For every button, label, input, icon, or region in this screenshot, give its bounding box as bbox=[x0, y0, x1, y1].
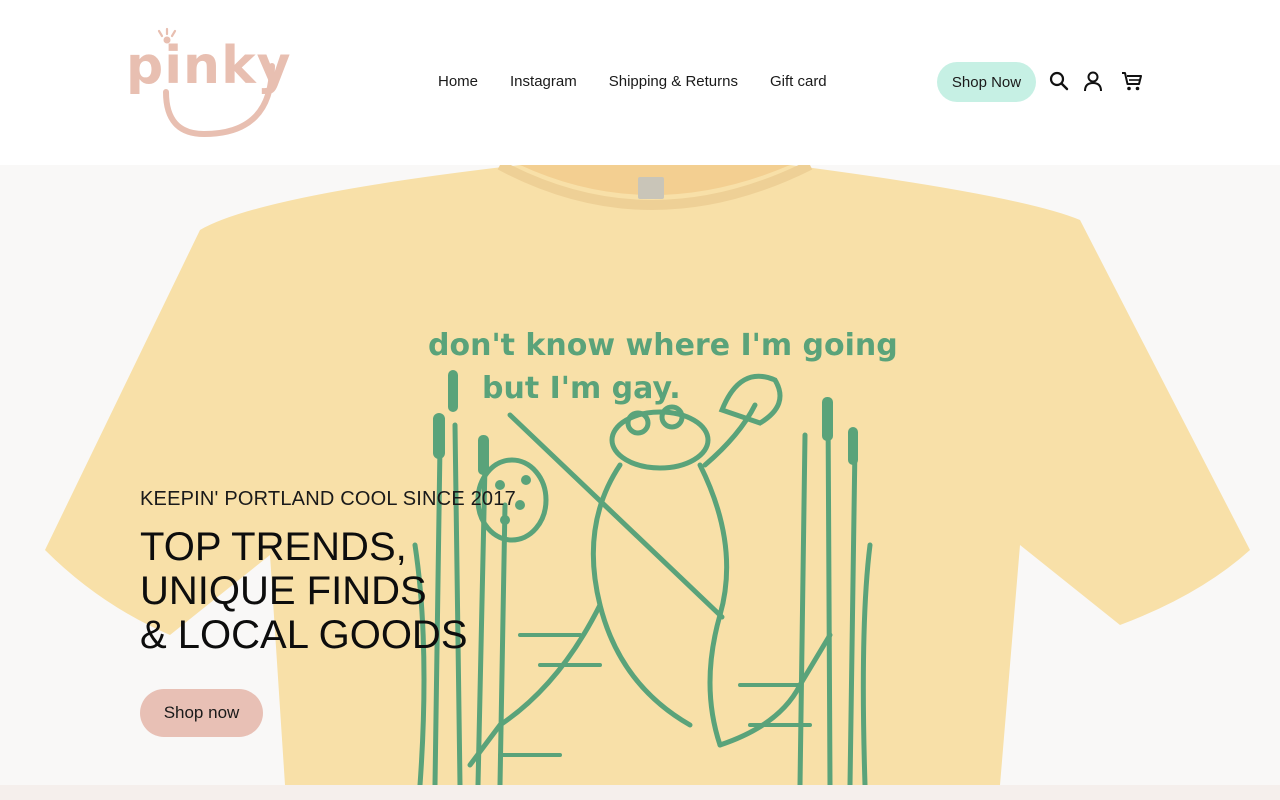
nav-shipping-returns[interactable]: Shipping & Returns bbox=[609, 72, 738, 92]
site-header: pinky Home Instagram Shipping & Returns … bbox=[0, 0, 1280, 165]
nav-gift-card[interactable]: Gift card bbox=[770, 72, 827, 92]
section-divider bbox=[0, 785, 1280, 800]
account-icon[interactable] bbox=[1082, 69, 1104, 93]
search-icon[interactable] bbox=[1048, 69, 1070, 93]
hero-title: TOP TRENDS, UNIQUE FINDS & LOCAL GOODS bbox=[140, 525, 468, 657]
nav-home[interactable]: Home bbox=[438, 72, 478, 92]
hero-shop-now-button[interactable]: Shop now bbox=[140, 689, 263, 737]
nav-instagram[interactable]: Instagram bbox=[510, 72, 577, 92]
logo-text: pinky bbox=[126, 36, 292, 96]
hero-title-line-2: UNIQUE FINDS bbox=[140, 569, 427, 613]
hero-title-line-3: & LOCAL GOODS bbox=[140, 613, 468, 657]
cart-icon[interactable] bbox=[1121, 69, 1143, 93]
brand-logo[interactable]: pinky bbox=[126, 26, 291, 138]
shirt-print-line-1: don't know where I'm going bbox=[428, 328, 898, 363]
shirt-print-line-2: but I'm gay. bbox=[482, 371, 681, 406]
main-nav: Home Instagram Shipping & Returns Gift c… bbox=[438, 72, 827, 92]
hero-subtitle: KEEPIN' PORTLAND COOL SINCE 2017 bbox=[140, 488, 516, 510]
hero-banner: don't know where I'm going but I'm gay. bbox=[0, 165, 1280, 785]
hero-title-line-1: TOP TRENDS, bbox=[140, 525, 407, 569]
shop-now-header-button[interactable]: Shop Now bbox=[937, 62, 1036, 102]
